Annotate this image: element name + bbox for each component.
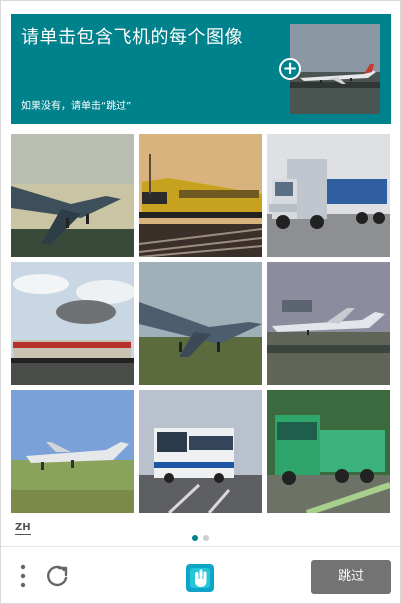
airplane-image: [11, 134, 134, 257]
image-tile[interactable]: [11, 134, 134, 257]
sample-image: [290, 24, 380, 114]
image-tile[interactable]: [139, 390, 262, 513]
image-tile[interactable]: [267, 390, 390, 513]
skip-button[interactable]: 跳过: [311, 560, 391, 594]
challenge-skip-hint: 如果没有，请单击“跳过”: [21, 101, 132, 112]
image-tile[interactable]: [139, 262, 262, 385]
truck-image: [267, 390, 390, 513]
vertical-dots-icon[interactable]: [17, 563, 29, 591]
language-selector[interactable]: ZH: [15, 522, 31, 535]
image-tile[interactable]: [267, 262, 390, 385]
hcaptcha-logo-icon: [183, 561, 217, 595]
refresh-icon[interactable]: [44, 563, 70, 589]
image-tile[interactable]: [139, 134, 262, 257]
image-tile[interactable]: [11, 262, 134, 385]
image-tile[interactable]: [11, 390, 134, 513]
bus-image: [139, 390, 262, 513]
airplane-image: [139, 262, 262, 385]
airplane-image: [11, 390, 134, 513]
airplane-image: [267, 262, 390, 385]
train-image: [11, 262, 134, 385]
challenge-header: 请单击包含飞机的每个图像 如果没有，请单击“跳过” +: [11, 14, 391, 124]
challenge-prompt: 请单击包含飞机的每个图像: [21, 27, 243, 48]
captcha-frame: 请单击包含飞机的每个图像 如果没有，请单击“跳过” + ZH 跳过: [0, 0, 401, 604]
truck-image: [267, 134, 390, 257]
image-grid: [11, 134, 391, 514]
footer-divider: [1, 546, 400, 547]
page-dot-active: [192, 535, 198, 541]
page-dot: [203, 535, 209, 541]
image-tile[interactable]: [267, 134, 390, 257]
train-image: [139, 134, 262, 257]
add-sample-icon[interactable]: +: [279, 58, 301, 80]
